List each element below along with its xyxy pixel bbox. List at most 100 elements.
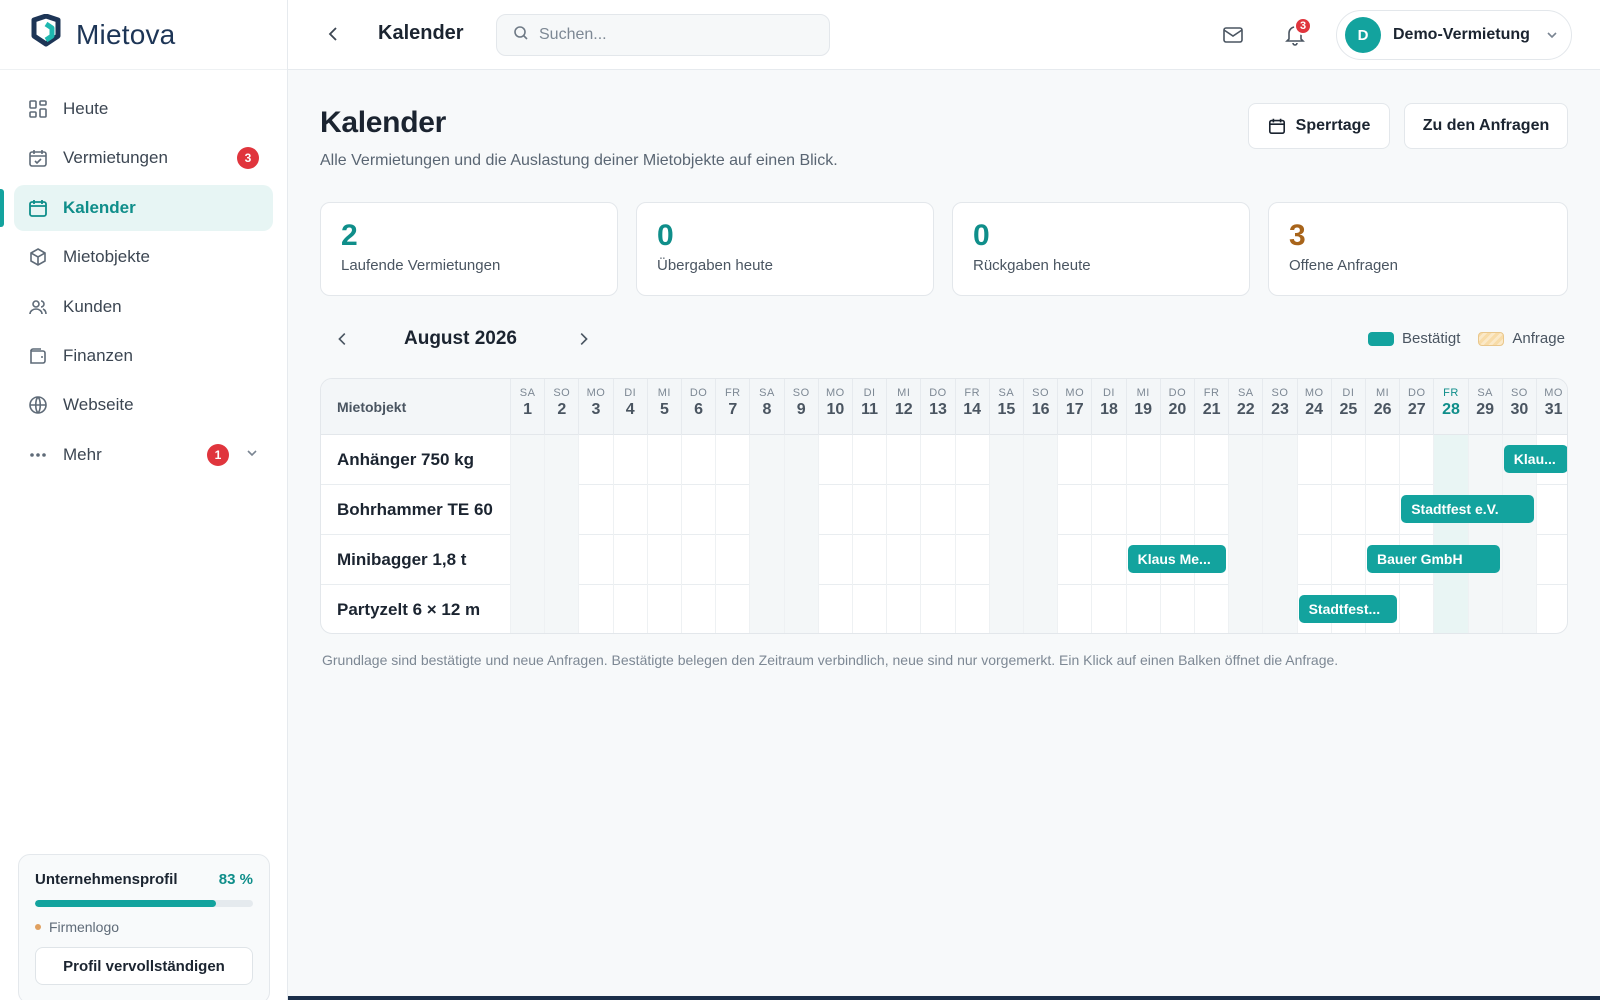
day-cell[interactable] (783, 585, 818, 633)
day-cell[interactable] (1057, 585, 1091, 633)
day-cell[interactable] (817, 485, 852, 535)
day-cell[interactable] (1399, 585, 1433, 633)
day-cell[interactable] (544, 585, 579, 633)
day-cell[interactable] (1296, 485, 1331, 535)
sidebar-item-heute[interactable]: Heute (14, 86, 273, 132)
day-cell[interactable] (1262, 585, 1297, 633)
day-cell[interactable] (988, 535, 1023, 585)
day-cell[interactable] (544, 535, 579, 585)
sidebar-item-webseite[interactable]: Webseite (14, 382, 273, 428)
day-cell[interactable] (852, 435, 886, 485)
booking-bar[interactable]: Klau... (1503, 445, 1567, 473)
day-cell[interactable] (988, 435, 1023, 485)
stat-card-running[interactable]: 2 Laufende Vermietungen (320, 202, 618, 296)
day-cell[interactable] (715, 485, 749, 535)
day-cell[interactable] (1501, 585, 1536, 633)
day-cell[interactable] (886, 435, 920, 485)
day-cell[interactable] (1536, 485, 1567, 535)
day-cell[interactable] (510, 585, 545, 633)
day-cell[interactable] (510, 435, 545, 485)
stat-card-returns[interactable]: 0 Rückgaben heute (952, 202, 1250, 296)
booking-bar[interactable]: Bauer GmbH (1367, 545, 1500, 573)
day-cell[interactable] (646, 585, 681, 633)
day-cell[interactable] (1091, 485, 1125, 535)
day-cell[interactable] (749, 435, 784, 485)
day-cell[interactable] (1433, 585, 1468, 633)
day-cell[interactable] (1023, 585, 1058, 633)
day-cell[interactable] (612, 585, 647, 633)
day-cell[interactable] (886, 535, 920, 585)
day-cell[interactable] (681, 435, 715, 485)
day-cell[interactable] (988, 485, 1023, 535)
day-cell[interactable] (1023, 535, 1058, 585)
day-cell[interactable] (510, 535, 545, 585)
day-cell[interactable] (1262, 435, 1297, 485)
day-cell[interactable] (1536, 585, 1567, 633)
day-cell[interactable] (1125, 435, 1160, 485)
day-cell[interactable] (544, 435, 579, 485)
day-cell[interactable] (510, 485, 545, 535)
day-cell[interactable] (1262, 535, 1297, 585)
day-cell[interactable] (1194, 435, 1228, 485)
day-cell[interactable] (1159, 585, 1194, 633)
day-cell[interactable] (1057, 435, 1091, 485)
day-cell[interactable] (612, 435, 647, 485)
day-cell[interactable] (852, 535, 886, 585)
prev-month-button[interactable] (334, 330, 352, 353)
mail-icon[interactable] (1222, 24, 1244, 51)
day-cell[interactable] (1536, 535, 1567, 585)
day-cell[interactable] (1057, 485, 1091, 535)
day-cell[interactable] (954, 585, 989, 633)
day-cell[interactable] (920, 535, 954, 585)
day-cell[interactable] (646, 535, 681, 585)
day-cell[interactable] (1091, 435, 1125, 485)
day-cell[interactable] (1296, 435, 1331, 485)
day-cell[interactable] (1057, 535, 1091, 585)
sperrtage-button[interactable]: Sperrtage (1248, 103, 1390, 149)
day-cell[interactable] (1125, 485, 1160, 535)
booking-bar[interactable]: Stadtfest e.V. (1401, 495, 1534, 523)
day-cell[interactable] (1159, 435, 1194, 485)
day-cell[interactable] (954, 485, 989, 535)
day-cell[interactable] (1194, 485, 1228, 535)
day-cell[interactable] (681, 485, 715, 535)
day-cell[interactable] (1467, 585, 1502, 633)
sidebar-item-vermietungen[interactable]: Vermietungen 3 (14, 135, 273, 181)
day-cell[interactable] (1159, 485, 1194, 535)
day-cell[interactable] (749, 585, 784, 633)
sidebar-item-kunden[interactable]: Kunden (14, 284, 273, 330)
day-cell[interactable] (1330, 535, 1365, 585)
day-cell[interactable] (749, 485, 784, 535)
back-arrow-icon[interactable] (324, 24, 344, 49)
day-cell[interactable] (1091, 585, 1125, 633)
day-cell[interactable] (646, 485, 681, 535)
day-cell[interactable] (1091, 535, 1125, 585)
day-cell[interactable] (783, 485, 818, 535)
day-cell[interactable] (646, 435, 681, 485)
requests-button[interactable]: Zu den Anfragen (1404, 103, 1568, 149)
day-cell[interactable] (817, 585, 852, 633)
day-cell[interactable] (817, 535, 852, 585)
stat-card-handovers[interactable]: 0 Übergaben heute (636, 202, 934, 296)
day-cell[interactable] (783, 535, 818, 585)
day-cell[interactable] (954, 435, 989, 485)
stat-card-open-requests[interactable]: 3 Offene Anfragen (1268, 202, 1568, 296)
day-cell[interactable] (578, 535, 612, 585)
day-cell[interactable] (1228, 435, 1263, 485)
day-cell[interactable] (783, 435, 818, 485)
day-cell[interactable] (817, 435, 852, 485)
day-cell[interactable] (988, 585, 1023, 633)
day-cell[interactable] (1194, 585, 1228, 633)
day-cell[interactable] (1330, 485, 1365, 535)
day-cell[interactable] (1433, 435, 1468, 485)
day-cell[interactable] (1296, 535, 1331, 585)
account-menu[interactable]: D Demo-Vermietung (1336, 10, 1572, 60)
day-cell[interactable] (954, 535, 989, 585)
day-cell[interactable] (715, 585, 749, 633)
day-cell[interactable] (1228, 485, 1263, 535)
day-cell[interactable] (612, 485, 647, 535)
day-cell[interactable] (681, 535, 715, 585)
day-cell[interactable] (1501, 535, 1536, 585)
day-cell[interactable] (681, 585, 715, 633)
day-cell[interactable] (1467, 435, 1502, 485)
